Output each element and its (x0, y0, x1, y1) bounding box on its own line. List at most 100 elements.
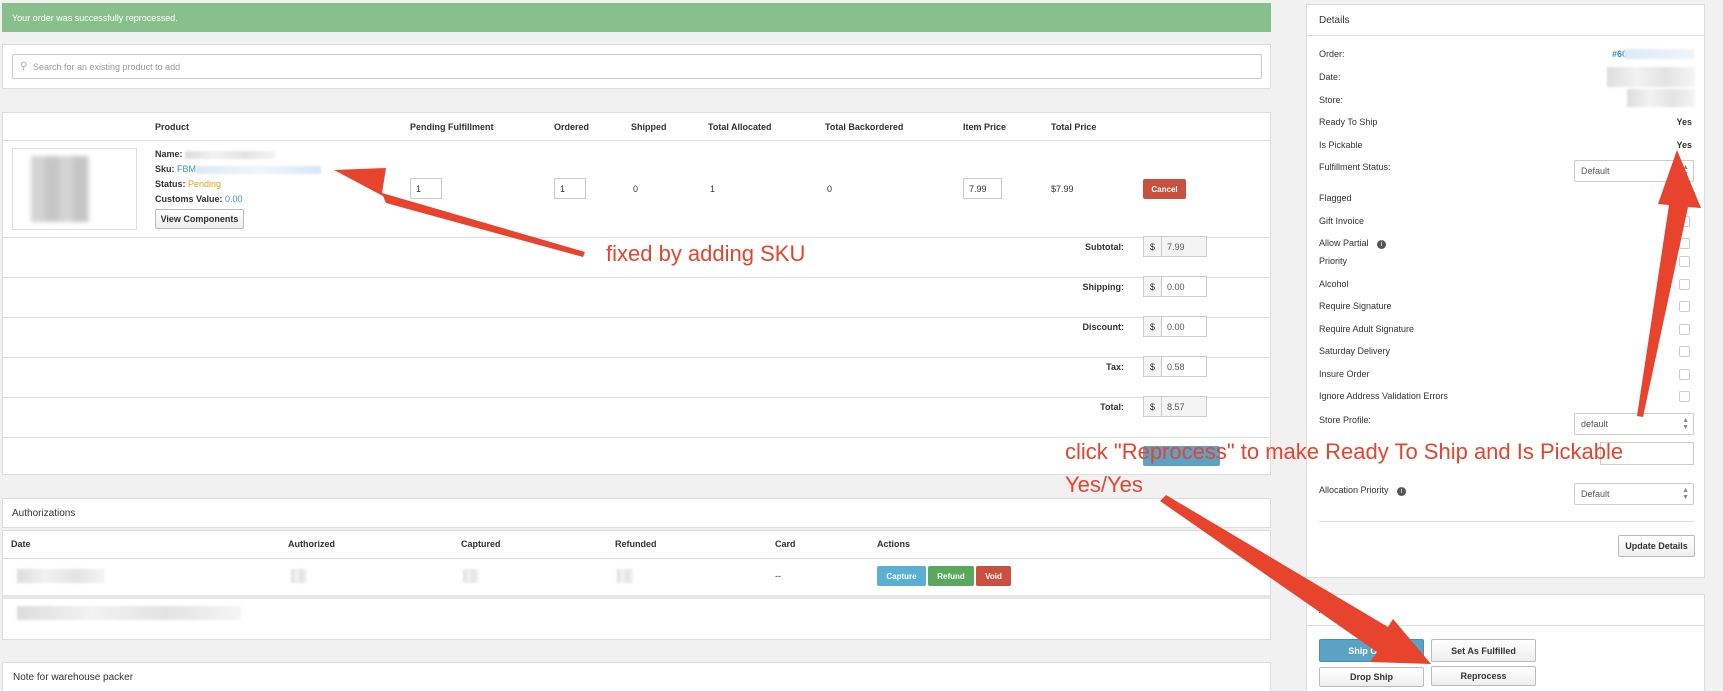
search-placeholder: Search for an existing product to add (33, 61, 181, 72)
saturday-delivery-checkbox[interactable] (1679, 346, 1690, 357)
allow-partial-checkbox[interactable] (1679, 238, 1690, 249)
shipping-field[interactable]: $0.00 (1143, 276, 1207, 297)
allow-partial-label: Allow Partial i (1319, 238, 1387, 249)
allocation-priority-select[interactable]: Default ▲ ▼ (1574, 483, 1694, 505)
total-price-value: $7.99 (1051, 184, 1074, 194)
card-value: -- (775, 571, 781, 581)
col-total-price: Total Price (1051, 122, 1097, 132)
fulfillment-status-select[interactable]: Default ▲ ▼ (1574, 160, 1694, 182)
pending-input[interactable]: 1 (410, 178, 442, 199)
annotation-reprocess-line1: click "Reprocess" to make Ready To Ship … (1065, 439, 1624, 464)
backordered-value: 0 (827, 184, 833, 194)
store-profile-label: Store Profile: (1319, 415, 1372, 425)
sku-label: Sku: (155, 164, 175, 174)
col-product: Product (155, 122, 190, 132)
cancel-item-button[interactable]: Cancel (1143, 179, 1186, 199)
customs-label: Customs Value: (155, 194, 223, 204)
insure-order-checkbox[interactable] (1679, 369, 1690, 380)
annotation-sku-note: fixed by adding SKU (606, 241, 806, 266)
order-label: Order: (1319, 49, 1345, 59)
col-item-price: Item Price (963, 122, 1007, 132)
update-details-button[interactable]: Update Details (1618, 535, 1695, 557)
allocated-value: 1 (710, 184, 716, 194)
col-allocated: Total Allocated (708, 122, 772, 132)
require-adult-label: Require Adult Signature (1319, 324, 1415, 334)
store-label: Store: (1319, 95, 1344, 105)
auth-col-actions: Actions (877, 539, 911, 549)
col-pending: Pending Fulfillment (410, 122, 494, 132)
authorizations-title: Authorizations (2, 498, 1271, 528)
auth-col-captured: Captured (461, 539, 501, 549)
subtotal-field: $7.99 (1143, 236, 1207, 257)
name-label: Name: (155, 149, 183, 159)
ignore-address-checkbox[interactable] (1679, 391, 1690, 402)
sku-link[interactable]: FBM (177, 164, 196, 174)
view-components-button[interactable]: View Components (155, 209, 244, 229)
gift-invoice-label: Gift Invoice (1319, 216, 1365, 226)
search-input[interactable]: ⚲ Search for an existing product to add (12, 54, 1262, 79)
status-label: Status: (155, 179, 186, 189)
alcohol-checkbox[interactable] (1679, 279, 1690, 290)
ship-order-button[interactable]: Ship Order (1319, 639, 1424, 662)
auth-col-date: Date (11, 539, 31, 549)
tax-label: Tax: (1106, 362, 1124, 372)
void-button[interactable]: Void (976, 566, 1011, 586)
status-value: Pending (188, 179, 222, 189)
auth-col-card: Card (775, 539, 796, 549)
annotation-reprocess-line2: Yes/Yes (1065, 472, 1143, 497)
auth-col-authorized: Authorized (288, 539, 335, 549)
col-ordered: Ordered (554, 122, 590, 132)
priority-label: Priority (1319, 256, 1348, 266)
info-icon: i (1377, 240, 1387, 249)
require-adult-checkbox[interactable] (1679, 324, 1690, 335)
success-alert: Your order was successfully reprocessed. (2, 3, 1271, 32)
col-shipped: Shipped (631, 122, 667, 132)
priority-checkbox[interactable] (1679, 256, 1690, 267)
item-price-input[interactable]: 7.99 (963, 178, 1002, 199)
refund-button[interactable]: Refund (928, 566, 974, 586)
total-label: Total: (1100, 402, 1124, 412)
select-caret-icon: ▲ ▼ (1682, 487, 1689, 501)
product-image[interactable] (12, 148, 137, 230)
total-field: $8.57 (1143, 396, 1207, 417)
fulfillment-status-label: Fulfillment Status: (1319, 162, 1391, 172)
col-backordered: Total Backordered (825, 122, 904, 132)
capture-button[interactable]: Capture (877, 566, 926, 586)
details-title: Details (1319, 15, 1350, 26)
search-icon: ⚲ (20, 61, 28, 72)
is-pickable-value: Yes (1676, 140, 1692, 150)
ignore-address-label: Ignore Address Validation Errors (1319, 391, 1448, 401)
details-panel: Details Order: #601 Date: Store: Ready T… (1306, 4, 1705, 578)
select-caret-icon: ▲ ▼ (1682, 417, 1689, 431)
is-pickable-label: Is Pickable (1319, 140, 1363, 150)
drop-ship-button[interactable]: Drop Ship (1319, 667, 1424, 687)
saturday-delivery-label: Saturday Delivery (1319, 346, 1391, 356)
gift-invoice-checkbox[interactable] (1679, 216, 1690, 227)
require-signature-checkbox[interactable] (1679, 301, 1690, 312)
flagged-checkbox[interactable] (1679, 193, 1690, 204)
shipped-value: 0 (633, 184, 639, 194)
flagged-label: Flagged (1319, 193, 1352, 203)
date-label: Date: (1319, 72, 1341, 82)
actions-title: Actions (1319, 605, 1352, 616)
reprocess-button[interactable]: Reprocess (1431, 666, 1536, 686)
order-items-table: Product Pending Fulfillment Ordered Ship… (2, 112, 1271, 475)
customs-value: 0.00 (225, 194, 243, 204)
authorizations-table: Date Authorized Captured Refunded Card A… (2, 530, 1271, 640)
product-search-panel: ⚲ Search for an existing product to add (2, 44, 1271, 89)
ordered-input[interactable]: 1 (554, 178, 586, 199)
select-caret-icon: ▲ ▼ (1682, 164, 1689, 178)
tax-field[interactable]: $0.58 (1143, 356, 1207, 377)
alcohol-label: Alcohol (1319, 279, 1349, 289)
warehouse-note-title: Note for warehouse packer (2, 662, 1271, 691)
insure-order-label: Insure Order (1319, 369, 1370, 379)
subtotal-label: Subtotal: (1085, 242, 1124, 252)
ready-to-ship-value: Yes (1676, 117, 1692, 127)
allocation-priority-label: Allocation Priority i (1319, 485, 1407, 496)
set-as-fulfilled-button[interactable]: Set As Fulfilled (1431, 639, 1536, 662)
store-profile-select[interactable]: default ▲ ▼ (1574, 413, 1694, 435)
require-signature-label: Require Signature (1319, 301, 1392, 311)
discount-label: Discount: (1082, 322, 1125, 332)
info-icon: i (1397, 487, 1407, 496)
discount-field[interactable]: $0.00 (1143, 316, 1207, 337)
